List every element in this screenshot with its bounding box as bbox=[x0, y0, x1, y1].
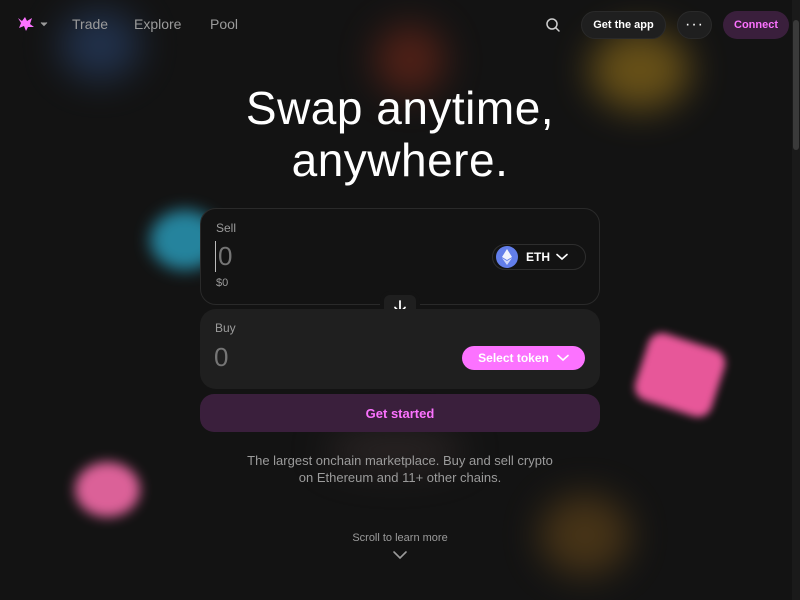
logo-menu[interactable] bbox=[16, 15, 48, 33]
sell-amount-input[interactable] bbox=[215, 241, 418, 272]
chevron-down-icon bbox=[557, 354, 569, 362]
nav-pool[interactable]: Pool bbox=[210, 16, 238, 32]
select-token-label: Select token bbox=[478, 351, 549, 365]
buy-amount-input[interactable] bbox=[214, 342, 414, 373]
chevron-down-icon bbox=[556, 253, 568, 261]
hero-title-line2: anywhere. bbox=[291, 134, 509, 186]
bg-token-blob bbox=[75, 462, 140, 517]
get-the-app-button[interactable]: Get the app bbox=[581, 11, 666, 39]
scroll-hint[interactable]: Scroll to learn more bbox=[0, 532, 800, 544]
chevron-down-icon[interactable] bbox=[392, 550, 408, 560]
unicorn-logo-icon bbox=[18, 17, 34, 31]
description-line1: The largest onchain marketplace. Buy and… bbox=[247, 453, 553, 468]
connect-button[interactable]: Connect bbox=[723, 11, 789, 39]
hero-title-line1: Swap anytime, bbox=[245, 82, 555, 134]
more-icon: ··· bbox=[685, 16, 704, 33]
nav-trade[interactable]: Trade bbox=[72, 16, 108, 32]
hero-description: The largest onchain marketplace. Buy and… bbox=[200, 452, 600, 486]
eth-icon bbox=[496, 246, 518, 268]
scrollbar-thumb[interactable] bbox=[793, 20, 799, 150]
buy-label: Buy bbox=[215, 321, 236, 335]
description-line2: on Ethereum and 11+ other chains. bbox=[298, 470, 502, 485]
select-token-button[interactable]: Select token bbox=[462, 346, 585, 370]
bg-token-blob bbox=[631, 329, 729, 421]
more-button[interactable]: ··· bbox=[677, 11, 712, 39]
sell-token-selector[interactable]: ETH bbox=[492, 244, 586, 270]
sell-token-label: ETH bbox=[526, 250, 550, 264]
page-scrollbar[interactable] bbox=[792, 0, 800, 600]
buy-panel: Buy Select token bbox=[200, 309, 600, 389]
hero-title: Swap anytime, anywhere. bbox=[0, 82, 800, 186]
sell-usd-value: $0 bbox=[216, 277, 229, 289]
nav-explore[interactable]: Explore bbox=[134, 16, 181, 32]
sell-label: Sell bbox=[216, 221, 237, 235]
search-icon bbox=[546, 18, 560, 32]
search-button[interactable] bbox=[539, 11, 567, 39]
get-started-button[interactable]: Get started bbox=[200, 394, 600, 432]
chevron-down-icon bbox=[40, 22, 48, 27]
top-nav: Trade Explore Pool Get the app ··· Conne… bbox=[0, 0, 800, 50]
